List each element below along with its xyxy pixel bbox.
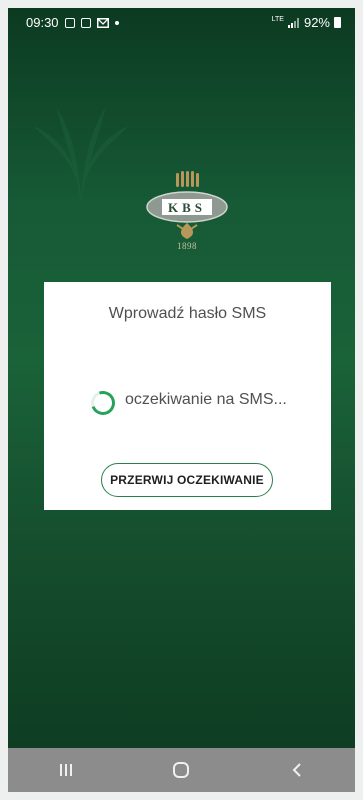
status-time: 09:30 bbox=[26, 15, 59, 30]
battery-icon bbox=[334, 17, 341, 28]
back-icon bbox=[292, 763, 301, 777]
loading-spinner-icon bbox=[87, 387, 119, 419]
status-bar: 09:30 LTE 92% bbox=[8, 8, 355, 36]
kbs-emblem-icon: KBS bbox=[146, 171, 228, 239]
kbs-logo: KBS 1898 bbox=[144, 171, 230, 267]
app-notification-icon bbox=[80, 17, 91, 28]
recent-apps-icon bbox=[59, 764, 72, 776]
svg-text:KBS: KBS bbox=[168, 200, 206, 215]
cancel-waiting-button[interactable]: PRZERWIJ OCZEKIWANIE bbox=[101, 463, 273, 497]
recent-apps-button[interactable] bbox=[36, 748, 96, 792]
battery-percent: 92% bbox=[303, 15, 330, 30]
wheat-watermark-icon bbox=[34, 106, 128, 204]
home-icon bbox=[173, 762, 190, 778]
signal-icon bbox=[287, 17, 299, 28]
gallery-notification-icon bbox=[64, 17, 75, 28]
system-nav-bar bbox=[8, 748, 355, 792]
home-button[interactable] bbox=[151, 748, 211, 792]
mail-notification-icon bbox=[96, 17, 109, 28]
more-notifications-dot bbox=[114, 20, 119, 25]
waiting-status-text: oczekiwanie na SMS... bbox=[125, 391, 287, 408]
back-button[interactable] bbox=[267, 748, 327, 792]
status-right: LTE 92% bbox=[272, 15, 341, 30]
network-type: LTE bbox=[271, 16, 284, 23]
logo-year: 1898 bbox=[177, 241, 197, 251]
dialog-title: Wprowadź hasło SMS bbox=[108, 305, 267, 322]
sms-dialog: Wprowadź hasło SMS oczekiwanie na SMS...… bbox=[44, 282, 331, 510]
status-left: 09:30 bbox=[26, 15, 119, 30]
app-screen: 09:30 LTE 92% KBS 1898 Wprowadź hasło SM… bbox=[8, 8, 355, 792]
